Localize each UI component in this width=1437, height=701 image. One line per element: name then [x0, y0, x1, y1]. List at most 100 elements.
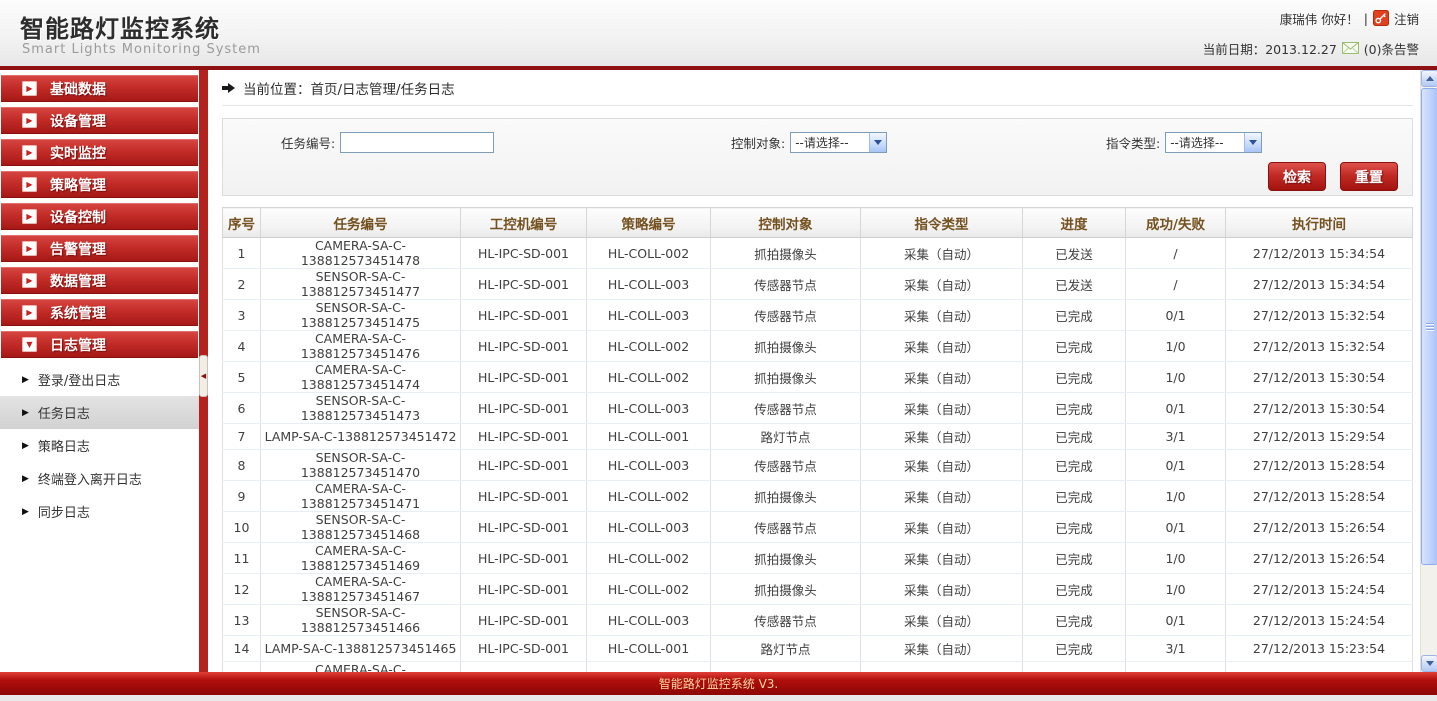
cell-policy-no: HL-COLL-002 — [587, 543, 711, 574]
cell-success-fail: 1/0 — [1126, 481, 1226, 512]
task-number-label: 任务编号: — [281, 133, 335, 152]
scrollbar-up-arrow-icon[interactable] — [1421, 70, 1437, 87]
sidebar-collapse-handle-icon[interactable]: ◀ — [199, 355, 208, 397]
cell-command-type: 采集（自动） — [861, 424, 1023, 450]
sidebar-menu-item[interactable]: ▶实时监控 — [1, 139, 198, 166]
cell-control-target: 路灯节点 — [711, 636, 861, 662]
current-date-label: 当前日期：2013.12.27 — [1203, 39, 1337, 58]
table-header-row: 序号任务编号工控机编号策略编号控制对象指令类型进度成功/失败执行时间 — [223, 208, 1413, 238]
breadcrumb-text: 当前位置：首页/日志管理/任务日志 — [243, 78, 455, 98]
sidebar-submenu-item[interactable]: ▶登录/登出日志 — [0, 363, 199, 396]
cell-progress: 已发送 — [1023, 269, 1126, 300]
status-bar: 当前日期：2013.12.27 (0)条告警 — [1203, 37, 1419, 59]
cell-command-type: 采集（自动） — [861, 512, 1023, 543]
cell-ipc-no: HL-IPC-SD-001 — [461, 300, 587, 331]
cell-control-target: 传感器节点 — [711, 393, 861, 424]
column-header-task-no: 任务编号 — [261, 208, 461, 238]
cell-policy-no: HL-COLL-001 — [587, 424, 711, 450]
cell-command-type: 采集（自动） — [861, 331, 1023, 362]
cell-index: 15 — [223, 662, 261, 673]
submenu-bullet-icon: ▶ — [22, 474, 29, 484]
cell-control-target: 抓拍摄像头 — [711, 574, 861, 605]
cell-progress: 已完成 — [1023, 605, 1126, 636]
cell-task-no: CAMERA-SA-C-138812573451469 — [261, 543, 461, 574]
cell-exec-time: 27/12/2013 15:34:54 — [1226, 238, 1413, 269]
cell-control-target: 抓拍摄像头 — [711, 662, 861, 673]
alarm-envelope-icon — [1342, 42, 1359, 54]
cell-task-no: SENSOR-SA-C-138812573451466 — [261, 605, 461, 636]
scrollbar-down-arrow-icon[interactable] — [1421, 655, 1437, 672]
search-button[interactable]: 检索 — [1268, 162, 1326, 191]
logout-link[interactable]: 注销 — [1394, 9, 1419, 28]
menu-arrow-right-icon: ▶ — [22, 273, 37, 288]
cell-index: 2 — [223, 269, 261, 300]
user-bar: 康瑞伟 你好！ | 注销 — [1203, 7, 1419, 29]
sidebar-menu-item[interactable]: ▶ 数据管理 — [1, 267, 198, 294]
app-title: 智能路灯监控系统 — [20, 9, 220, 44]
table-row: 12CAMERA-SA-C-138812573451467HL-IPC-SD-0… — [223, 574, 1413, 605]
scrollbar-thumb[interactable] — [1421, 88, 1437, 565]
vertical-scrollbar[interactable] — [1420, 70, 1437, 672]
sidebar-submenu-item[interactable]: ▶策略日志 — [0, 429, 199, 462]
sidebar-submenu-item[interactable]: ▶同步日志 — [0, 495, 199, 528]
cell-exec-time: 27/12/2013 15:24:54 — [1226, 605, 1413, 636]
reset-button[interactable]: 重置 — [1340, 162, 1398, 191]
cell-success-fail: 1/0 — [1126, 362, 1226, 393]
column-header-control-target: 控制对象 — [711, 208, 861, 238]
cell-exec-time: 27/12/2013 15:32:54 — [1226, 300, 1413, 331]
cell-progress: 已完成 — [1023, 662, 1126, 673]
column-header-policy-no: 策略编号 — [587, 208, 711, 238]
sidebar-menu-label: 数据管理 — [50, 271, 106, 291]
footer-version-text: 智能路灯监控系统 V3. — [659, 675, 778, 692]
sidebar-submenu-label: 任务日志 — [38, 403, 90, 422]
menu-arrow-right-icon: ▶ — [22, 209, 37, 224]
alarm-count-link[interactable]: (0)条告警 — [1364, 39, 1419, 58]
footer-bottom-strip — [0, 695, 1437, 701]
sidebar-menu-item[interactable]: ▶设备管理 — [1, 107, 198, 134]
cell-exec-time: 27/12/2013 15:32:54 — [1226, 331, 1413, 362]
sidebar-menu-item[interactable]: ▶策略管理 — [1, 171, 198, 198]
control-target-select[interactable]: --请选择-- — [790, 132, 887, 153]
cell-ipc-no: HL-IPC-SD-001 — [461, 481, 587, 512]
task-number-input[interactable] — [340, 132, 494, 153]
sidebar-menu-item[interactable]: ▼日志管理 — [1, 331, 198, 358]
cell-exec-time: 27/12/2013 15:29:54 — [1226, 424, 1413, 450]
sidebar-menu-item[interactable]: ▶基础数据 — [1, 75, 198, 102]
breadcrumb-arrow-icon — [222, 83, 235, 93]
cell-success-fail: 1/0 — [1126, 543, 1226, 574]
sidebar-submenu-label: 终端登入离开日志 — [38, 469, 142, 488]
sidebar-menu-item[interactable]: ▶告警管理 — [1, 235, 198, 262]
cell-policy-no: HL-COLL-002 — [587, 331, 711, 362]
cell-ipc-no: HL-IPC-SD-001 — [461, 543, 587, 574]
cell-task-no: SENSOR-SA-C-138812573451475 — [261, 300, 461, 331]
cell-ipc-no: HL-IPC-SD-001 — [461, 393, 587, 424]
menu-arrow-right-icon: ▶ — [22, 113, 37, 128]
cell-exec-time: 27/12/2013 15:24:54 — [1226, 574, 1413, 605]
cell-ipc-no: HL-IPC-SD-001 — [461, 331, 587, 362]
cell-exec-time: 27/12/2013 15:28:54 — [1226, 481, 1413, 512]
app-subtitle: Smart Lights Monitoring System — [22, 42, 261, 57]
sidebar-submenu-label: 策略日志 — [38, 436, 90, 455]
sidebar-collapse-bar[interactable]: ◀ — [199, 70, 208, 672]
cell-task-no: LAMP-SA-C-138812573451472 — [261, 424, 461, 450]
command-type-select[interactable]: --请选择-- — [1165, 132, 1262, 153]
cell-command-type: 采集（自动） — [861, 543, 1023, 574]
sidebar-menu-label: 系统管理 — [50, 303, 106, 323]
menu-arrow-right-icon: ▶ — [22, 145, 37, 160]
cell-control-target: 传感器节点 — [711, 605, 861, 636]
sidebar-submenu-item[interactable]: ▶ 终端登入离开日志 — [0, 462, 199, 495]
cell-success-fail: 3/1 — [1126, 636, 1226, 662]
chevron-down-icon — [869, 133, 886, 152]
cell-index: 3 — [223, 300, 261, 331]
table-row: 14LAMP-SA-C-138812573451465HL-IPC-SD-001… — [223, 636, 1413, 662]
sidebar-menu-item[interactable]: ▶系统管理 — [1, 299, 198, 326]
sidebar-submenu-item[interactable]: ▶任务日志 — [0, 396, 199, 429]
control-target-selected-value: --请选择-- — [791, 134, 848, 151]
sidebar-submenu: ▶登录/登出日志▶任务日志▶策略日志 ▶ 终端登入离开日志 ▶同步日志 — [0, 363, 199, 528]
cell-ipc-no: HL-IPC-SD-001 — [461, 662, 587, 673]
sidebar-menu-item[interactable]: ▶设备控制 — [1, 203, 198, 230]
cell-command-type: 采集（自动） — [861, 393, 1023, 424]
cell-index: 13 — [223, 605, 261, 636]
cell-index: 10 — [223, 512, 261, 543]
cell-control-target: 传感器节点 — [711, 269, 861, 300]
